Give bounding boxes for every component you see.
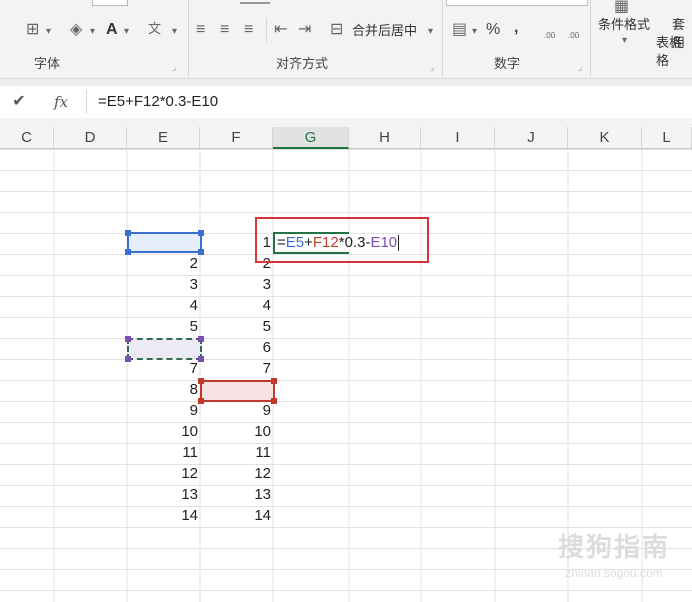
column-header-e[interactable]: E: [127, 127, 200, 149]
column-header-c[interactable]: C: [0, 127, 54, 149]
cell-f13[interactable]: 9: [200, 401, 273, 422]
ref-highlight-e5: [127, 232, 202, 253]
group-font-label: 字体: [34, 56, 61, 71]
decrease-decimal-button[interactable]: .00: [568, 31, 579, 41]
merge-dropdown-icon[interactable]: ▾: [428, 27, 433, 37]
align-launcher-icon[interactable]: ⌟: [430, 62, 434, 73]
column-header-i[interactable]: I: [421, 127, 495, 149]
ribbon: ⊞ ▾ ◈ ▾ A ▾ 文 ▾ 字体 ⌟ ≡ ≡ ≡ ⇤ ⇥ ⊟ 合并后居中 ▾…: [0, 0, 692, 87]
formula-input[interactable]: =E5+F12*0.3-E10: [98, 86, 218, 118]
align-left-icon[interactable]: ≡: [196, 21, 205, 39]
column-header-k[interactable]: K: [568, 127, 642, 149]
ref-corner-handle[interactable]: [198, 336, 204, 342]
cell-e14[interactable]: 10: [127, 422, 200, 443]
cell-f11[interactable]: 7: [200, 359, 273, 380]
phonetic-icon[interactable]: 文: [148, 20, 161, 38]
column-header-g[interactable]: G: [273, 127, 349, 149]
font-color-icon[interactable]: A: [106, 21, 118, 39]
ref-corner-handle[interactable]: [198, 378, 204, 384]
ref-corner-handle[interactable]: [198, 398, 204, 404]
cell-e12[interactable]: 8: [127, 380, 200, 401]
cell-e15[interactable]: 11: [127, 443, 200, 464]
separator: [590, 0, 591, 76]
confirm-entry-icon[interactable]: ✔: [8, 86, 30, 118]
comma-style-icon[interactable]: ,: [514, 19, 518, 37]
column-header-d[interactable]: D: [54, 127, 127, 149]
highlight-callout-box: [255, 217, 429, 263]
phonetic-dropdown-icon[interactable]: ▾: [172, 27, 177, 37]
ref-corner-handle[interactable]: [198, 356, 204, 362]
align-right-icon[interactable]: ≡: [244, 21, 253, 39]
increase-indent-icon[interactable]: ⇥: [298, 21, 311, 39]
cell-e17[interactable]: 13: [127, 485, 200, 506]
column-header-h[interactable]: H: [349, 127, 421, 149]
ribbon-top-row: [0, 0, 692, 8]
cell-f10[interactable]: 6: [200, 338, 273, 359]
cell-f17[interactable]: 13: [200, 485, 273, 506]
separator: [188, 0, 189, 76]
watermark-sub: zhinan.sogou.com: [565, 566, 663, 580]
cell-f14[interactable]: 10: [200, 422, 273, 443]
accounting-format-icon[interactable]: ▤: [452, 21, 467, 39]
ref-corner-handle[interactable]: [125, 230, 131, 236]
merge-center-icon[interactable]: ⊟: [330, 21, 343, 39]
font-launcher-icon[interactable]: ⌟: [172, 62, 176, 73]
font-color-dropdown-icon[interactable]: ▾: [124, 27, 129, 37]
fill-color-icon[interactable]: ◈: [70, 21, 82, 39]
increase-decimal-button[interactable]: .00: [544, 31, 555, 41]
align-center-icon[interactable]: ≡: [220, 21, 229, 39]
group-align-label: 对齐方式: [276, 56, 329, 71]
cell-e9[interactable]: 5: [127, 317, 200, 338]
decrease-indent-icon[interactable]: ⇤: [274, 21, 287, 39]
conditional-format-button[interactable]: 条件格式: [598, 16, 650, 34]
cell-f18[interactable]: 14: [200, 506, 273, 527]
ref-corner-handle[interactable]: [125, 356, 131, 362]
cell-e16[interactable]: 12: [127, 464, 200, 485]
column-header-f[interactable]: F: [200, 127, 273, 149]
watermark-logo: 搜狗指南: [557, 532, 670, 562]
separator: [442, 0, 443, 76]
ref-highlight-e10: [127, 338, 202, 360]
ref-corner-handle[interactable]: [125, 249, 131, 255]
cell-e13[interactable]: 9: [127, 401, 200, 422]
cell-f16[interactable]: 12: [200, 464, 273, 485]
conditional-format-dropdown-icon[interactable]: ▾: [622, 36, 627, 46]
ref-corner-handle[interactable]: [198, 230, 204, 236]
cell-f7[interactable]: 3: [200, 275, 273, 296]
border-dropdown-icon[interactable]: ▾: [46, 27, 51, 37]
conditional-format-icon[interactable]: ▦: [614, 0, 629, 16]
ref-corner-handle[interactable]: [198, 249, 204, 255]
column-header-l[interactable]: L: [642, 127, 692, 149]
watermark: 搜狗指南 zhinan.sogou.com: [558, 527, 670, 580]
cell-e18[interactable]: 14: [127, 506, 200, 527]
cell-f15[interactable]: 11: [200, 443, 273, 464]
fill-color-dropdown-icon[interactable]: ▾: [90, 27, 95, 37]
ref-highlight-f12: [200, 380, 275, 402]
group-number-label: 数字: [494, 56, 521, 71]
cell-e6[interactable]: 2: [127, 254, 200, 275]
ref-corner-handle[interactable]: [271, 378, 277, 384]
ref-corner-handle[interactable]: [125, 336, 131, 342]
cell-f8[interactable]: 4: [200, 296, 273, 317]
number-launcher-icon[interactable]: ⌟: [578, 62, 582, 73]
accounting-dropdown-icon[interactable]: ▾: [472, 27, 477, 37]
column-header-j[interactable]: J: [495, 127, 568, 149]
ref-corner-handle[interactable]: [271, 398, 277, 404]
cell-e11[interactable]: 7: [127, 359, 200, 380]
insert-function-button[interactable]: fx: [50, 86, 72, 118]
separator: [86, 90, 87, 114]
cell-f9[interactable]: 5: [200, 317, 273, 338]
cell-e7[interactable]: 3: [127, 275, 200, 296]
cell-e8[interactable]: 4: [127, 296, 200, 317]
separator: [266, 18, 267, 42]
merge-center-button[interactable]: 合并后居中: [352, 22, 417, 40]
percent-icon[interactable]: %: [486, 21, 500, 39]
formula-bar: ✔ fx =E5+F12*0.3-E10: [0, 86, 692, 119]
table-format-label-2[interactable]: 表格格: [656, 34, 692, 70]
border-icon[interactable]: ⊞: [26, 21, 39, 39]
